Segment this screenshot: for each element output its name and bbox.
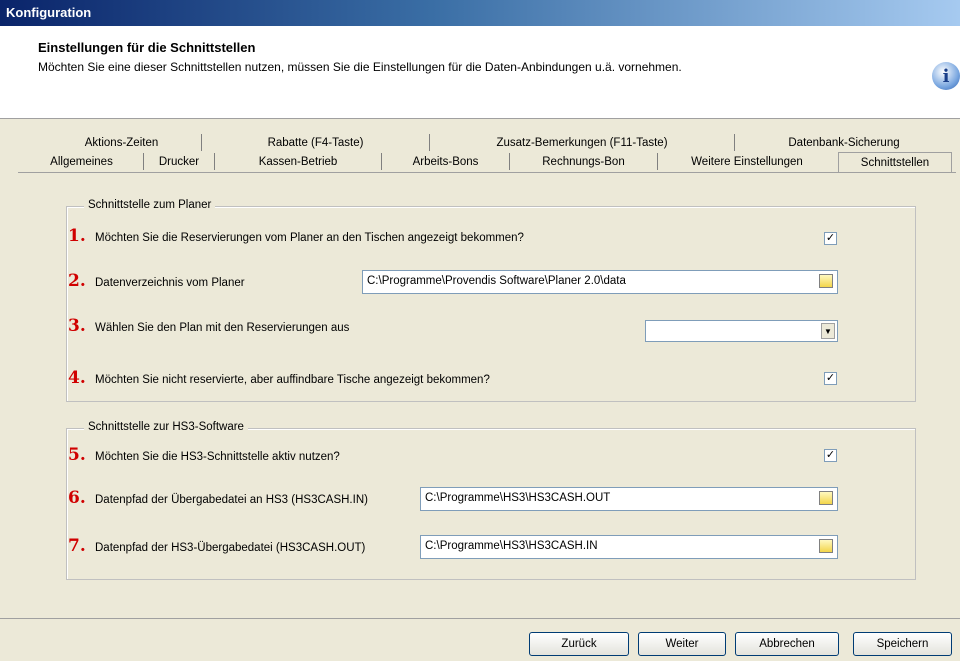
hs3-in-path-field[interactable]: C:\Programme\HS3\HS3CASH.OUT: [420, 487, 838, 511]
step-number-1: 1.: [68, 226, 86, 246]
tab-arbeits-bons[interactable]: Arbeits-Bons: [382, 153, 510, 170]
planer-free-tables-checkbox[interactable]: ✓: [824, 372, 837, 385]
hs3-out-path-value: C:\Programme\HS3\HS3CASH.IN: [425, 540, 598, 552]
tab-rechnungs-bon[interactable]: Rechnungs-Bon: [510, 153, 658, 170]
checkmark-icon: ✓: [825, 232, 836, 244]
planer-plan-label: Wählen Sie den Plan mit den Reservierung…: [95, 322, 350, 334]
planer-reservations-label: Möchten Sie die Reservierungen vom Plane…: [95, 232, 524, 244]
hs3-out-path-label: Datenpfad der HS3-Übergabedatei (HS3CASH…: [95, 542, 366, 554]
tab-weitere-einstellungen[interactable]: Weitere Einstellungen: [658, 153, 836, 170]
planer-data-dir-value: C:\Programme\Provendis Software\Planer 2…: [367, 275, 626, 287]
planer-reservations-checkbox[interactable]: ✓: [824, 232, 837, 245]
hs3-in-path-label: Datenpfad der Übergabedatei an HS3 (HS3C…: [95, 494, 368, 506]
header-panel: Einstellungen für die Schnittstellen Möc…: [0, 26, 960, 119]
tab-rabatte[interactable]: Rabatte (F4-Taste): [202, 134, 430, 151]
info-icon: i: [932, 62, 960, 90]
planer-data-dir-field[interactable]: C:\Programme\Provendis Software\Planer 2…: [362, 270, 838, 294]
tab-zusatz-bemerkungen[interactable]: Zusatz-Bemerkungen (F11-Taste): [430, 134, 735, 151]
tab-allgemeines[interactable]: Allgemeines: [20, 153, 144, 170]
tab-aktions-zeiten[interactable]: Aktions-Zeiten: [42, 134, 202, 151]
planer-group-title: Schnittstelle zum Planer: [84, 199, 216, 211]
step-number-5: 5.: [68, 445, 86, 465]
checkmark-icon: ✓: [825, 372, 836, 384]
hs3-active-label: Möchten Sie die HS3-Schnittstelle aktiv …: [95, 451, 340, 463]
back-button[interactable]: Zurück: [529, 632, 629, 656]
step-number-6: 6.: [68, 488, 86, 508]
tab-schnittstellen[interactable]: Schnittstellen: [838, 152, 952, 173]
folder-icon[interactable]: [819, 539, 833, 553]
chevron-down-icon[interactable]: ▼: [821, 323, 835, 339]
title-bar: Konfiguration: [0, 0, 960, 26]
step-number-4: 4.: [68, 368, 86, 388]
planer-data-dir-label: Datenverzeichnis vom Planer: [95, 277, 245, 289]
tab-kassen-betrieb[interactable]: Kassen-Betrieb: [215, 153, 382, 170]
hs3-group-title: Schnittstelle zur HS3-Software: [84, 421, 248, 433]
page-subtitle: Möchten Sie eine dieser Schnittstellen n…: [38, 60, 682, 74]
planer-plan-select[interactable]: ▼: [645, 320, 838, 342]
hs3-out-path-field[interactable]: C:\Programme\HS3\HS3CASH.IN: [420, 535, 838, 559]
step-number-3: 3.: [68, 316, 86, 336]
step-number-7: 7.: [68, 536, 86, 556]
tab-datenbank-sicherung[interactable]: Datenbank-Sicherung: [735, 134, 953, 151]
window-title: Konfiguration: [6, 5, 92, 20]
tab-drucker[interactable]: Drucker: [144, 153, 215, 170]
next-button[interactable]: Weiter: [638, 632, 726, 656]
step-number-2: 2.: [68, 271, 86, 291]
hs3-active-checkbox[interactable]: ✓: [824, 449, 837, 462]
save-button[interactable]: Speichern: [853, 632, 952, 656]
cancel-button[interactable]: Abbrechen: [735, 632, 839, 656]
hs3-in-path-value: C:\Programme\HS3\HS3CASH.OUT: [425, 492, 611, 504]
folder-icon[interactable]: [819, 491, 833, 505]
folder-icon[interactable]: [819, 274, 833, 288]
planer-free-tables-label: Möchten Sie nicht reservierte, aber auff…: [95, 374, 490, 386]
page-title: Einstellungen für die Schnittstellen: [38, 40, 256, 55]
divider: [0, 618, 960, 619]
checkmark-icon: ✓: [825, 449, 836, 461]
